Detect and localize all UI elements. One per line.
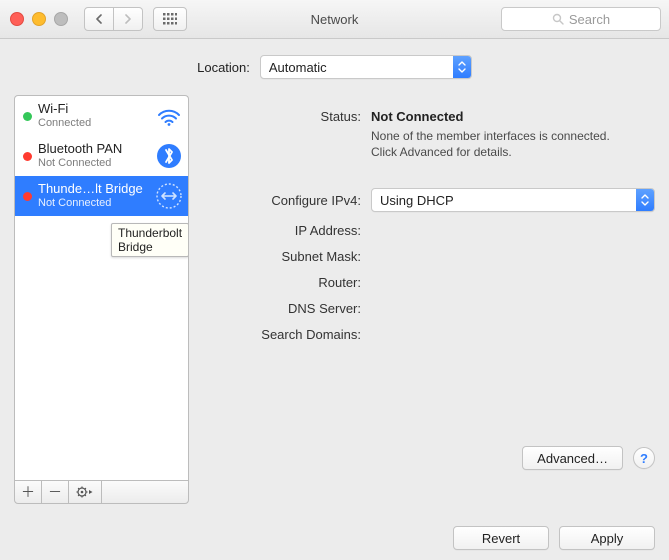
service-status: Connected — [38, 117, 150, 130]
status-label: Status: — [203, 109, 361, 124]
advanced-button[interactable]: Advanced… — [522, 446, 623, 470]
minimize-window-button[interactable] — [32, 12, 46, 26]
apply-button[interactable]: Apply — [559, 526, 655, 550]
configure-ipv4-value: Using DHCP — [372, 193, 636, 208]
service-status: Not Connected — [38, 197, 150, 210]
add-service-button[interactable]: ＋ — [15, 481, 42, 503]
chevron-right-icon — [124, 14, 132, 24]
remove-service-button[interactable]: － — [42, 481, 69, 503]
bottom-bar: Revert Apply — [0, 516, 669, 560]
forward-button[interactable] — [114, 7, 143, 31]
status-dot-icon — [23, 152, 32, 161]
popup-arrows-icon — [636, 189, 654, 211]
tooltip: Thunderbolt Bridge — [111, 223, 189, 257]
status-value: Not Connected — [371, 109, 655, 124]
popup-arrows-icon — [453, 56, 471, 78]
search-icon — [552, 13, 564, 25]
advanced-row: Advanced… ? — [203, 446, 655, 470]
sidebar-item-wifi[interactable]: Wi-Fi Connected — [15, 96, 188, 136]
revert-button[interactable]: Revert — [453, 526, 549, 550]
services-toolbar: ＋ － — [14, 480, 189, 504]
search-domains-value — [371, 326, 655, 342]
status-detail: None of the member interfaces is connect… — [371, 128, 655, 160]
plus-icon: ＋ — [21, 482, 35, 502]
dns-server-value — [371, 300, 655, 316]
help-button[interactable]: ? — [633, 447, 655, 469]
traffic-lights — [0, 12, 68, 26]
sidebar-item-thunderbolt-bridge[interactable]: Thunde…lt Bridge Not Connected — [15, 176, 188, 216]
ip-address-label: IP Address: — [203, 223, 361, 238]
search-input[interactable]: Search — [501, 7, 661, 31]
minus-icon: － — [48, 482, 62, 502]
config-panel: Status: Not Connected None of the member… — [203, 95, 655, 504]
network-preferences-window: Network Search Location: Automatic — [0, 0, 669, 560]
zoom-window-button[interactable] — [54, 12, 68, 26]
location-value: Automatic — [261, 60, 453, 75]
service-status: Not Connected — [38, 157, 150, 170]
router-value — [371, 274, 655, 290]
dns-server-label: DNS Server: — [203, 301, 361, 316]
search-placeholder: Search — [569, 12, 610, 27]
grid-icon — [163, 13, 177, 25]
chevron-left-icon — [95, 14, 103, 24]
configure-ipv4-popup[interactable]: Using DHCP — [371, 188, 655, 212]
configure-ipv4-label: Configure IPv4: — [203, 193, 361, 208]
services-list[interactable]: Wi-Fi Connected Bluetooth PAN Not Connec… — [14, 95, 189, 480]
services-sidebar: Wi-Fi Connected Bluetooth PAN Not Connec… — [14, 95, 189, 504]
search-domains-label: Search Domains: — [203, 327, 361, 342]
ip-address-value — [371, 222, 655, 238]
titlebar: Network Search — [0, 0, 669, 39]
subnet-mask-label: Subnet Mask: — [203, 249, 361, 264]
bluetooth-icon — [156, 143, 182, 169]
location-label: Location: — [197, 60, 250, 75]
subnet-mask-value — [371, 248, 655, 264]
location-popup[interactable]: Automatic — [260, 55, 472, 79]
location-row: Location: Automatic — [0, 39, 669, 95]
wifi-icon — [156, 103, 182, 129]
service-actions-button[interactable] — [69, 481, 102, 503]
service-name: Wi-Fi — [38, 102, 150, 117]
thunderbolt-bridge-icon — [156, 183, 182, 209]
service-name: Thunde…lt Bridge — [38, 182, 150, 197]
service-name: Bluetooth PAN — [38, 142, 150, 157]
gear-icon — [76, 486, 94, 498]
show-all-button[interactable] — [153, 7, 187, 31]
settings-form: Status: Not Connected None of the member… — [203, 95, 655, 342]
router-label: Router: — [203, 275, 361, 290]
sidebar-item-bluetooth-pan[interactable]: Bluetooth PAN Not Connected — [15, 136, 188, 176]
back-button[interactable] — [84, 7, 114, 31]
close-window-button[interactable] — [10, 12, 24, 26]
status-dot-icon — [23, 112, 32, 121]
content: Wi-Fi Connected Bluetooth PAN Not Connec… — [0, 95, 669, 516]
nav-buttons — [84, 7, 143, 31]
status-dot-icon — [23, 192, 32, 201]
